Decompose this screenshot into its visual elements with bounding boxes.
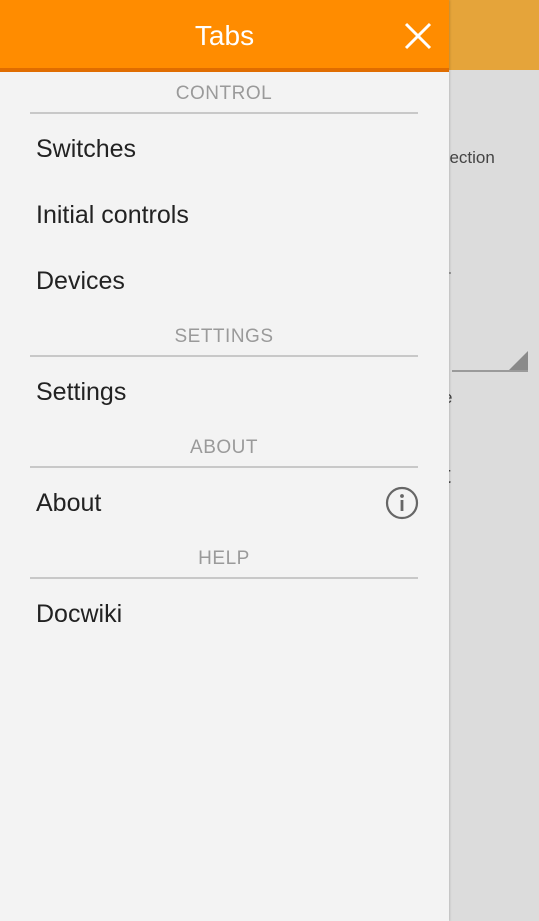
menu-item-initial-controls[interactable]: Initial controls — [0, 185, 449, 245]
menu-item-label: About — [36, 489, 102, 517]
menu-item-label: Settings — [36, 378, 127, 406]
menu-item-label: Switches — [36, 135, 137, 163]
section-header-about: ABOUT — [30, 434, 418, 468]
menu-item-label: Initial controls — [36, 201, 189, 229]
menu-item-docwiki[interactable]: Docwiki — [0, 584, 449, 644]
section-header-settings: SETTINGS — [30, 323, 418, 357]
menu-item-label: Devices — [36, 267, 125, 295]
menu-item-about[interactable]: About — [0, 473, 449, 533]
screen: nection e t Tabs CONTROL Switches Initia… — [0, 0, 539, 921]
navigation-drawer: Tabs CONTROL Switches Initial controls D… — [0, 0, 449, 921]
drawer-title: Tabs — [194, 20, 255, 51]
menu-item-label: Docwiki — [36, 600, 123, 628]
section-header-control: CONTROL — [30, 80, 418, 114]
section-header-help: HELP — [30, 545, 418, 579]
close-button[interactable] — [398, 16, 438, 56]
background-spinner-arrow-icon — [509, 351, 528, 370]
menu-item-switches[interactable]: Switches — [0, 119, 449, 179]
close-icon — [404, 22, 432, 50]
menu-item-devices[interactable]: Devices — [0, 251, 449, 311]
menu-item-settings[interactable]: Settings — [0, 362, 449, 422]
background-spinner-underline — [452, 370, 528, 372]
info-icon — [385, 486, 419, 520]
